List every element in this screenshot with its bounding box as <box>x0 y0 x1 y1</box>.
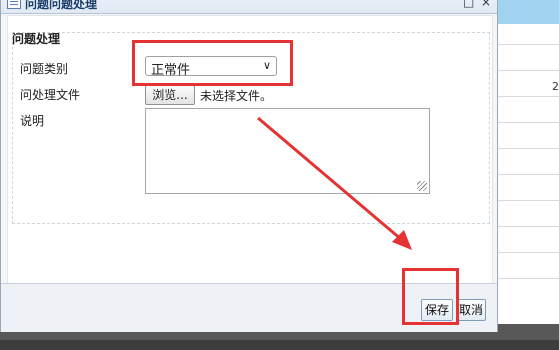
category-label: 问题类别 <box>20 62 69 76</box>
description-label: 说明 <box>20 114 45 128</box>
cancel-button[interactable]: 取消 <box>456 299 486 321</box>
grid-row-line <box>498 44 559 45</box>
description-textarea[interactable] <box>145 108 430 194</box>
highlight-box-category <box>132 40 293 86</box>
grid-row-line <box>498 278 559 279</box>
highlight-box-save <box>402 268 459 325</box>
grid-row-line <box>498 122 559 123</box>
grid-row-line <box>498 70 559 71</box>
maximize-icon[interactable]: □ <box>463 0 474 9</box>
background-strip <box>0 340 559 350</box>
dialog-title: 问题问题处理 <box>25 0 98 11</box>
grid-row-line <box>498 252 559 253</box>
grid-row-line <box>498 148 559 149</box>
grid-row-line <box>498 174 559 175</box>
file-label: 问处理文件 <box>20 88 81 102</box>
window-icon <box>7 0 21 9</box>
dialog-titlebar[interactable]: 问题问题处理 □ × <box>1 0 497 14</box>
grid-row-line <box>498 226 559 227</box>
resize-grip-icon[interactable] <box>417 181 427 191</box>
close-icon[interactable]: × <box>481 0 491 9</box>
browse-button[interactable]: 浏览... <box>145 85 195 105</box>
background-grid <box>498 24 559 324</box>
background-cell: 2 <box>552 80 559 93</box>
file-status: 未选择文件。 <box>200 89 273 103</box>
grid-row-line <box>498 96 559 97</box>
grid-row-line <box>498 200 559 201</box>
group-title: 问题处理 <box>12 32 61 46</box>
